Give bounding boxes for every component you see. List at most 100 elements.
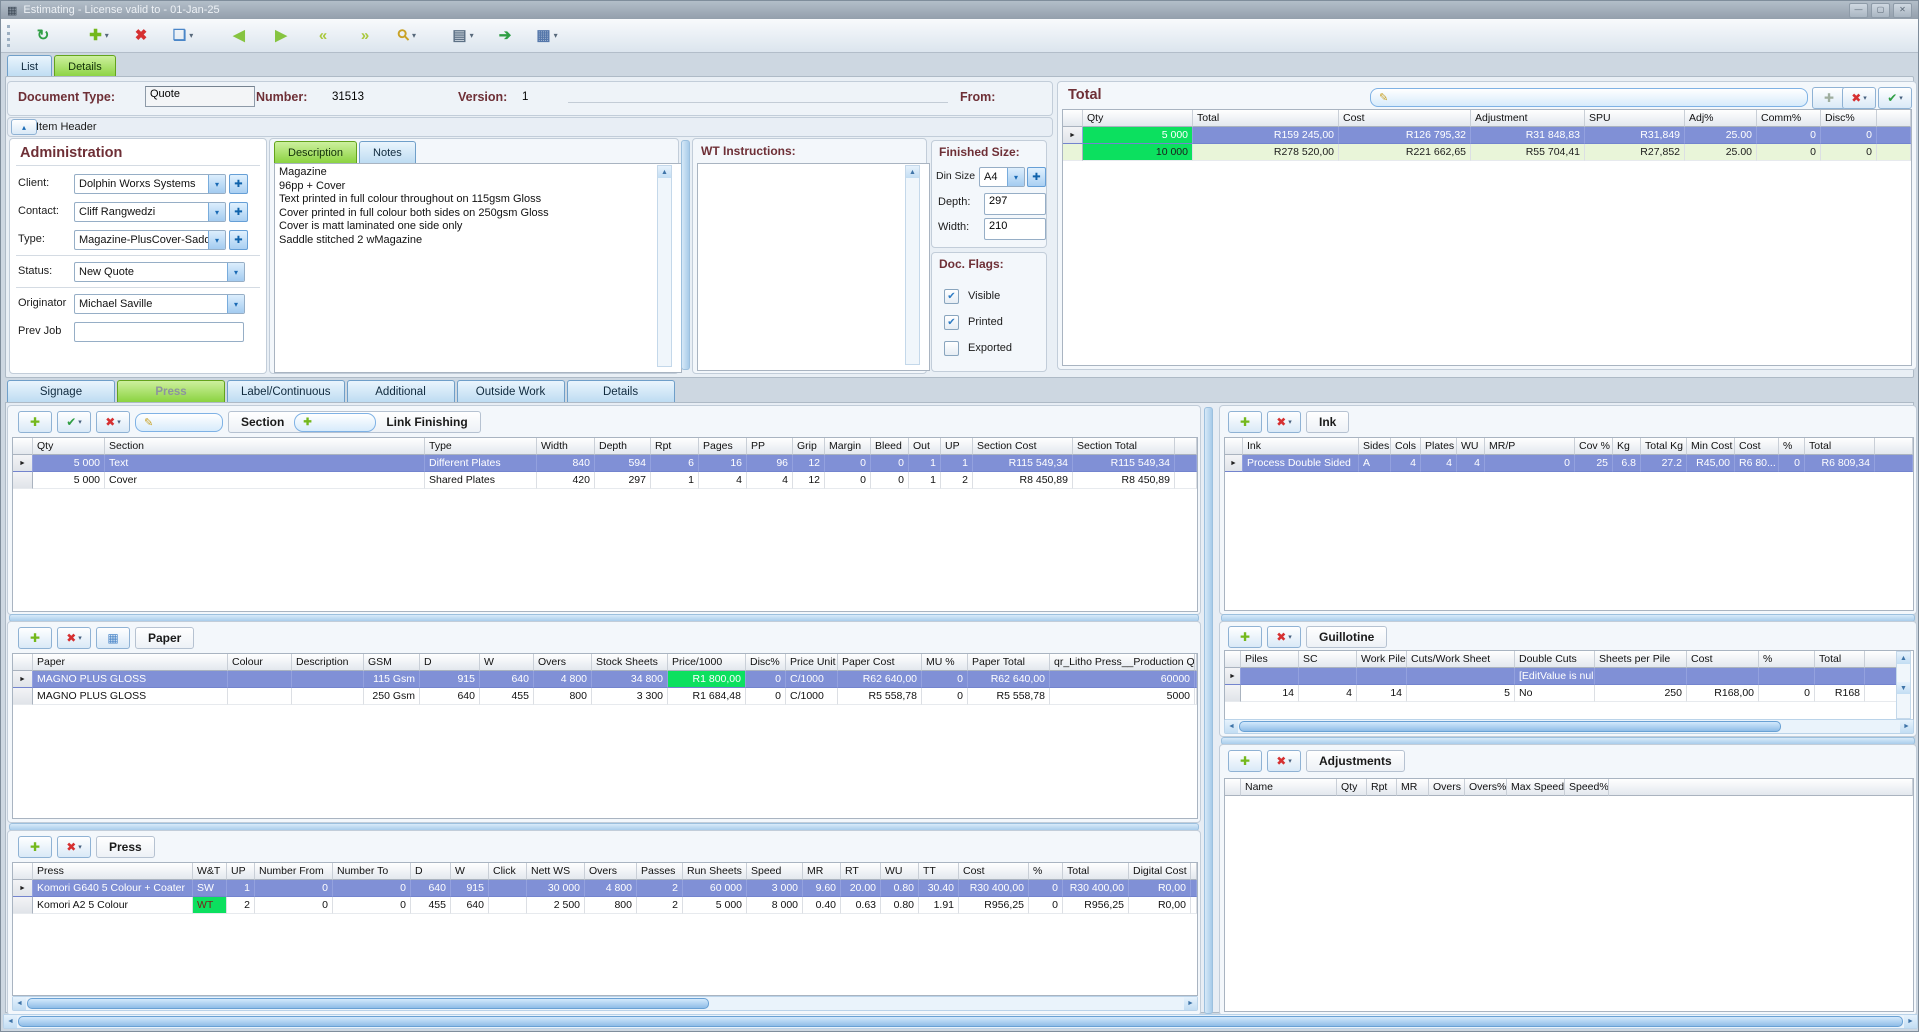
grid-cell[interactable]: 60000	[1050, 671, 1195, 688]
grid-cell[interactable]: 640	[411, 880, 451, 897]
row-indicator[interactable]	[1063, 144, 1083, 161]
column-header[interactable]: Cost	[1735, 438, 1779, 455]
column-header[interactable]: UP	[227, 863, 255, 880]
column-header[interactable]: Comm%	[1757, 110, 1821, 127]
column-header[interactable]: %	[1779, 438, 1805, 455]
column-header[interactable]: Section Total	[1073, 438, 1175, 455]
guillotine-vscrollbar[interactable]: ▲ ▼	[1896, 651, 1911, 719]
column-header[interactable]: Run Sheets	[683, 863, 747, 880]
tab-description[interactable]: Description	[274, 141, 357, 163]
grid-cell[interactable]: 915	[420, 671, 480, 688]
column-header[interactable]: Total	[1815, 651, 1865, 668]
window-hscrollbar[interactable]: ◄ ►	[3, 1014, 1918, 1029]
grid-cell[interactable]: R159 245,00	[1193, 127, 1339, 144]
grid-cell[interactable]: 455	[480, 688, 534, 705]
grid-cell[interactable]: 4	[699, 472, 747, 489]
grid-cell[interactable]: 0	[825, 472, 871, 489]
tab-details[interactable]: Details	[54, 55, 116, 77]
back-button[interactable]: ◀	[218, 22, 260, 49]
add-button[interactable]: ✚▾	[78, 22, 120, 49]
link-finishing-button[interactable]: ✚	[294, 413, 376, 432]
grid-cell[interactable]	[1241, 668, 1299, 685]
column-header[interactable]: Sheets per Pile	[1595, 651, 1687, 668]
collapse-button[interactable]: ▴	[11, 119, 37, 135]
grid-cell[interactable]	[1407, 668, 1515, 685]
column-header[interactable]: Cuts/Work Sheet	[1407, 651, 1515, 668]
grid-cell[interactable]: 0.80	[881, 880, 919, 897]
grid-cell[interactable]: 6.8	[1613, 455, 1641, 472]
grid-cell[interactable]: 1	[651, 472, 699, 489]
column-header[interactable]: Cost	[1339, 110, 1471, 127]
grid-cell[interactable]: C/1000	[786, 688, 838, 705]
grid-cell[interactable]: 96	[747, 455, 793, 472]
column-header[interactable]: Rpt	[651, 438, 699, 455]
grid-cell[interactable]: R221 662,65	[1339, 144, 1471, 161]
scroll-right-icon[interactable]: ►	[1900, 720, 1913, 733]
grid-cell[interactable]: 5 000	[1083, 127, 1193, 144]
tab-label-continuous[interactable]: Label/Continuous	[227, 380, 345, 402]
column-header[interactable]: Stock Sheets	[592, 654, 668, 671]
tab-outside-work[interactable]: Outside Work	[457, 380, 565, 402]
grid-cell[interactable]: Process Double Sided	[1243, 455, 1359, 472]
column-header[interactable]: Width	[537, 438, 595, 455]
add-ink-button[interactable]: ✚	[1228, 411, 1262, 433]
grid-cell[interactable]: 0	[922, 688, 968, 705]
grid-cell[interactable]: 25.00	[1685, 144, 1757, 161]
grid-cell[interactable]: 0	[255, 880, 333, 897]
chevron-down-icon[interactable]: ▾	[189, 31, 193, 40]
column-header[interactable]: GSM	[364, 654, 420, 671]
add-icon[interactable]: ✚	[229, 202, 248, 222]
close-button[interactable]: ✕	[1893, 3, 1912, 18]
grid-cell[interactable]: 2	[227, 897, 255, 914]
chevron-down-icon[interactable]: ▾	[1288, 633, 1292, 641]
grid-cell[interactable]: 4 800	[585, 880, 637, 897]
column-header[interactable]: Qty	[33, 438, 105, 455]
grid-cell[interactable]	[1759, 668, 1815, 685]
column-header[interactable]: Adj%	[1685, 110, 1757, 127]
grid-cell[interactable]: Different Plates	[425, 455, 537, 472]
checkbox-printed[interactable]: ✔	[944, 315, 959, 330]
scroll-up-icon[interactable]: ▲	[658, 166, 671, 178]
grid-cell[interactable]: 455	[411, 897, 451, 914]
column-header[interactable]: Plates	[1421, 438, 1457, 455]
column-header[interactable]: Nett WS	[527, 863, 585, 880]
grid-cell[interactable]: R278 520,00	[1193, 144, 1339, 161]
column-header[interactable]: Number From	[255, 863, 333, 880]
scroll-left-icon[interactable]: ◄	[1225, 720, 1238, 733]
column-header[interactable]: Cols	[1391, 438, 1421, 455]
grid-cell[interactable]	[1357, 668, 1407, 685]
description-text[interactable]: Magazine 96pp + Cover Text printed in fu…	[274, 163, 682, 373]
column-header[interactable]: Digital Cost	[1129, 863, 1191, 880]
column-header[interactable]: Grip	[793, 438, 825, 455]
column-header[interactable]: Number To	[333, 863, 411, 880]
column-header[interactable]: Disc%	[1821, 110, 1877, 127]
search-button[interactable]: ⚲▾	[386, 22, 428, 49]
column-header[interactable]: Work Piles	[1357, 651, 1407, 668]
column-header[interactable]: MR/P	[1485, 438, 1575, 455]
table-row[interactable]: 144145No250R168,000R168	[1225, 685, 1899, 702]
grid-cell[interactable]: R1 800,00	[668, 671, 746, 688]
grid-cell[interactable]: No	[1515, 685, 1595, 702]
delete-guillotine-button[interactable]: ✖▾	[1267, 626, 1301, 648]
vertical-splitter[interactable]	[681, 140, 690, 370]
grid-cell[interactable]: 420	[537, 472, 595, 489]
grid-cell[interactable]: MAGNO PLUS GLOSS	[33, 671, 228, 688]
chevron-down-icon[interactable]: ▾	[208, 203, 225, 221]
grid-cell[interactable]: 0	[1029, 897, 1063, 914]
column-header[interactable]: D	[411, 863, 451, 880]
grid-cell[interactable]: 0.40	[803, 897, 841, 914]
grid-cell[interactable]: 0	[746, 671, 786, 688]
grid-cell[interactable]: 0	[746, 688, 786, 705]
grid-cell[interactable]: 5 000	[33, 472, 105, 489]
columns-icon[interactable]: ▦	[96, 627, 130, 649]
scrollbar-thumb[interactable]	[1239, 721, 1781, 732]
grid-cell[interactable]: 0	[922, 671, 968, 688]
column-header[interactable]: Out	[909, 438, 941, 455]
grid-cell[interactable]: [EditValue is null]	[1515, 668, 1595, 685]
grid-cell[interactable]: 3 300	[592, 688, 668, 705]
table-row[interactable]: Komori A2 5 ColourWT2004556402 50080025 …	[13, 897, 1197, 914]
column-header[interactable]: Speed	[747, 863, 803, 880]
grid-cell[interactable]: 20.00	[841, 880, 881, 897]
grid-cell[interactable]: 800	[534, 688, 592, 705]
grid-cell[interactable]: 14	[1357, 685, 1407, 702]
